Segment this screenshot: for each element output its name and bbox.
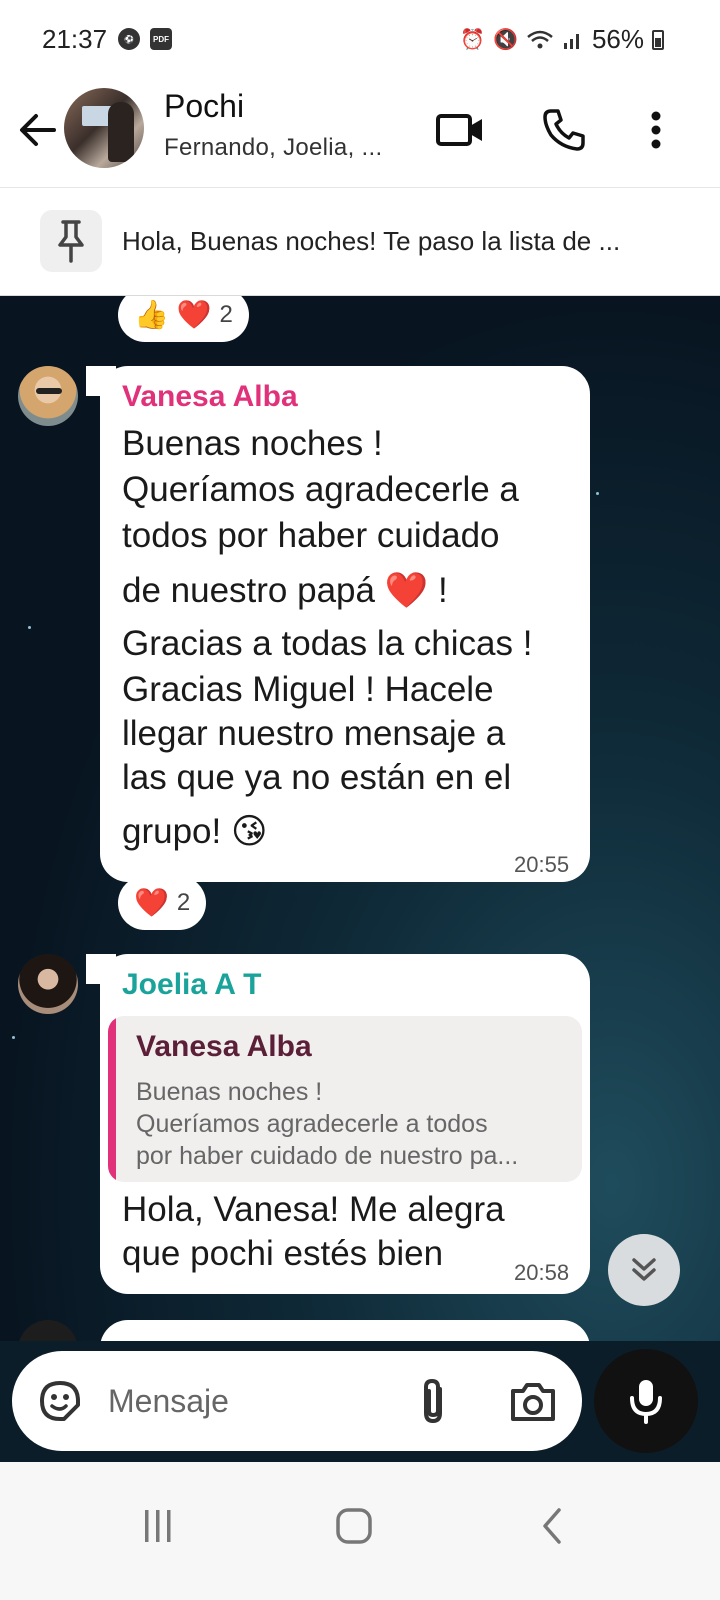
video-call-button[interactable] xyxy=(432,102,488,158)
quote-line: Queríamos agradecerle a todos xyxy=(136,1110,488,1138)
message-line: las que ya no están en el xyxy=(122,758,512,797)
message-time: 20:58 xyxy=(514,1260,570,1285)
background-star xyxy=(12,1036,15,1039)
status-bar: 21:37 ⚽ PDF ⏰ 🔇 56% xyxy=(0,0,720,78)
status-right: ⏰ 🔇 56% xyxy=(460,24,664,55)
message-bubble-vanesa[interactable]: Vanesa Alba Buenas noches ! Queríamos ag… xyxy=(100,366,590,882)
alarm-icon: ⏰ xyxy=(460,29,486,51)
message-line: Buenas noches ! xyxy=(122,424,383,463)
paperclip-icon xyxy=(424,1378,442,1424)
message-line: grupo! 😘 xyxy=(122,812,268,851)
message-line: Gracias Miguel ! Hacele xyxy=(122,670,494,709)
pinned-message-text: Hola, Buenas noches! Te paso la lista de… xyxy=(122,226,621,256)
chevron-left-icon xyxy=(543,1508,561,1544)
message-line: Hola, Vanesa! Me alegra xyxy=(122,1190,505,1229)
status-left-icons: ⚽ PDF xyxy=(118,28,172,50)
sticker-icon xyxy=(40,1381,80,1421)
mute-icon: 🔇 xyxy=(493,29,518,51)
message-line: llegar nuestro mensaje a xyxy=(122,714,506,753)
chat-title[interactable]: Pochi xyxy=(164,88,244,125)
chat-header: Pochi Fernando, Joelia, ... xyxy=(0,78,720,188)
scroll-to-bottom-button[interactable] xyxy=(608,1234,680,1306)
more-options-button[interactable] xyxy=(628,102,684,158)
quote-line: por haber cuidado de nuestro pa... xyxy=(136,1142,519,1170)
status-time: 21:37 xyxy=(42,24,108,54)
group-avatar[interactable] xyxy=(64,88,144,168)
pin-icon xyxy=(58,220,84,263)
back-nav-button[interactable] xyxy=(522,1496,582,1556)
chat-area[interactable]: 👍 ❤️ 2 Vanesa Alba Buenas noches ! Querí… xyxy=(0,296,720,1341)
back-button[interactable] xyxy=(16,108,60,152)
message-reaction[interactable]: 👍 ❤️ 2 xyxy=(118,296,249,342)
message-input-box[interactable] xyxy=(12,1351,582,1451)
reaction-emojis: 👍 ❤️ xyxy=(134,299,212,330)
message-line: de nuestro papá ❤️ ! xyxy=(122,571,448,610)
message-line: todos por haber cuidado xyxy=(122,516,500,555)
message-time: 20:55 xyxy=(514,852,570,877)
message-bubble-next[interactable] xyxy=(100,1320,590,1341)
message-bubble-joelia[interactable]: Joelia A T Vanesa Alba Buenas noches ! Q… xyxy=(100,954,590,1294)
double-chevron-down-icon xyxy=(632,1258,656,1281)
attach-button[interactable] xyxy=(414,1377,454,1427)
quote-line: Buenas noches ! xyxy=(136,1078,323,1106)
composer xyxy=(0,1341,720,1462)
message-line: que pochi estés bien xyxy=(122,1234,444,1273)
reaction-emojis: ❤️ xyxy=(134,887,169,918)
more-vertical-icon xyxy=(651,111,661,149)
message-reaction[interactable]: ❤️ 2 xyxy=(118,876,207,930)
sender-name: Joelia A T xyxy=(122,968,262,1001)
quoted-message[interactable]: Vanesa Alba Buenas noches ! Queríamos ag… xyxy=(108,1016,582,1182)
message-input[interactable] xyxy=(108,1379,408,1423)
home-icon xyxy=(336,1508,372,1544)
quote-sender: Vanesa Alba xyxy=(136,1030,312,1063)
system-nav-bar xyxy=(0,1462,720,1600)
sticker-button[interactable] xyxy=(34,1375,86,1427)
wifi-icon xyxy=(527,30,553,48)
camera-button[interactable] xyxy=(508,1377,558,1427)
message-line: Gracias a todas la chicas ! xyxy=(122,624,533,663)
recent-apps-button[interactable] xyxy=(128,1496,188,1556)
person-shape xyxy=(108,102,134,162)
battery-icon xyxy=(652,29,664,50)
battery-percent: 56% xyxy=(591,24,644,54)
message-line: Queríamos agradecerle a xyxy=(122,470,519,509)
pin-icon-box xyxy=(40,210,102,272)
recent-apps-icon xyxy=(145,1510,171,1542)
phone-icon xyxy=(543,109,585,151)
avatar-next[interactable] xyxy=(18,1320,78,1341)
home-button[interactable] xyxy=(324,1496,384,1556)
reaction-count: 2 xyxy=(219,301,233,328)
background-star xyxy=(596,492,599,495)
background-star xyxy=(28,626,31,629)
ball-icon: ⚽ xyxy=(118,28,140,50)
voice-call-button[interactable] xyxy=(536,102,592,158)
pdf-icon: PDF xyxy=(150,28,172,50)
sender-name: Vanesa Alba xyxy=(122,380,298,413)
signal-icon xyxy=(563,33,579,49)
microphone-icon xyxy=(630,1380,662,1424)
quote-bar xyxy=(108,1016,116,1182)
avatar-joelia[interactable] xyxy=(18,954,78,1014)
pinned-message-bar[interactable]: Hola, Buenas noches! Te paso la lista de… xyxy=(0,188,720,296)
camera-icon xyxy=(511,1383,555,1421)
voice-message-button[interactable] xyxy=(594,1349,698,1453)
video-camera-icon xyxy=(436,114,482,146)
reaction-count: 2 xyxy=(176,889,191,916)
avatar-vanesa[interactable] xyxy=(18,366,78,426)
arrow-left-icon xyxy=(20,114,56,146)
chat-members[interactable]: Fernando, Joelia, ... xyxy=(164,134,382,162)
